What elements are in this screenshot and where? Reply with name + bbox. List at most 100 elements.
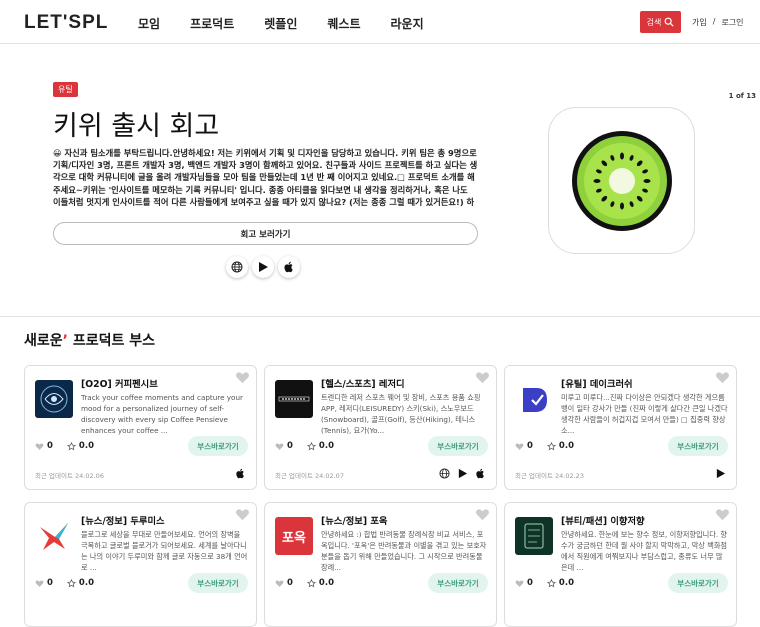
hero-banner: 1 of 13 유틸 키위 출시 회고 😀 자신과 팀소개를 부탁드립니다.안녕…	[0, 44, 760, 317]
rating-value: 0.0	[78, 578, 94, 588]
nav-item-letsplin[interactable]: 렛플인	[264, 15, 297, 32]
last-updated: 최근 업데이트 24.02.06	[35, 472, 104, 480]
hero-category-tag: 유틸	[53, 82, 78, 97]
like-heart-icon	[35, 579, 44, 587]
heart-icon[interactable]	[235, 370, 250, 385]
go-to-booth-button[interactable]: 부스바로가기	[188, 436, 248, 456]
product-stats: 0 0.0	[275, 441, 334, 451]
product-platforms	[713, 466, 728, 481]
play-store-icon	[259, 262, 268, 272]
like-count: 0	[47, 578, 53, 588]
app-store-link[interactable]	[233, 466, 248, 481]
go-to-booth-button[interactable]: 부스바로가기	[428, 573, 488, 593]
rating-value: 0.0	[558, 578, 574, 588]
like-heart-icon	[275, 442, 284, 450]
product-card[interactable]: [뉴스/정보] 두루미스 블로그로 세상을 무대로 만들어보세요. 언어의 장벽…	[24, 502, 257, 627]
play-store-button[interactable]	[252, 256, 274, 278]
app-store-button[interactable]	[278, 256, 300, 278]
heart-icon[interactable]	[475, 507, 490, 522]
product-card[interactable]: [O2O] 커피펜시브 Track your coffee moments an…	[24, 365, 257, 490]
nav-item-quests[interactable]: 퀘스트	[327, 15, 360, 32]
web-platform-button[interactable]	[226, 256, 248, 278]
go-to-booth-button[interactable]: 부스바로가기	[668, 573, 728, 593]
product-logo	[515, 517, 553, 555]
product-title: [헬스/스포츠] 레저디	[321, 379, 405, 390]
product-description: 트렌디한 레저 스포츠 웨어 및 장비, 스포츠 용품 쇼핑APP, 레저디(L…	[321, 393, 481, 435]
globe-icon	[231, 261, 243, 273]
product-card[interactable]: [유틸] 데이크러쉬 미루고 미루다...진짜 다이상은 안되겠다 생각한 게으…	[504, 365, 737, 490]
kiwi-icon	[571, 130, 672, 231]
play-store-icon	[458, 468, 468, 479]
login-link[interactable]: 로그인	[721, 17, 743, 28]
product-logo: 포옥	[275, 517, 313, 555]
play-store-icon	[716, 468, 726, 479]
last-updated: 최근 업데이트 24.02.07	[275, 472, 344, 480]
hero-pager: 1 of 13	[728, 92, 756, 100]
durumis-logo	[35, 517, 73, 555]
go-to-booth-button[interactable]: 부스바로가기	[428, 436, 488, 456]
product-card[interactable]: 포옥 [뉴스/정보] 포옥 안녕하세요 :) 합법 반려동물 장례식장 비교 서…	[264, 502, 497, 627]
heart-icon[interactable]	[715, 370, 730, 385]
product-stats: 0 0.0	[35, 441, 94, 451]
product-platforms	[233, 466, 248, 481]
product-platforms	[437, 466, 488, 481]
like-heart-icon	[275, 579, 284, 587]
product-description: 블로그로 세상을 무대로 만들어보세요. 언어의 장벽을 극복하고 글로벌 블로…	[81, 530, 248, 572]
hero-description: 😀 자신과 팀소개를 부탁드립니다.안녕하세요! 저는 키위에서 기획 및 디자…	[53, 148, 478, 207]
hero-platforms	[226, 256, 300, 278]
kiwi-app-icon	[548, 107, 695, 254]
main-nav: 모임 프로덕트 렛플인 퀘스트 라운지	[138, 15, 454, 32]
section-title-main: 새로운	[24, 333, 63, 349]
view-retrospective-button[interactable]: 회고 보러가기	[53, 222, 478, 245]
apple-icon	[476, 468, 484, 479]
like-count: 0	[287, 441, 293, 451]
heart-icon[interactable]	[715, 507, 730, 522]
star-icon	[306, 578, 316, 587]
go-to-booth-button[interactable]: 부스바로가기	[668, 436, 728, 456]
like-count: 0	[47, 441, 53, 451]
app-store-link[interactable]	[473, 466, 488, 481]
nav-item-products[interactable]: 프로덕트	[190, 15, 234, 32]
daycrush-logo	[515, 380, 553, 418]
heart-icon[interactable]	[235, 507, 250, 522]
product-stats: 0 0.0	[515, 578, 574, 588]
section-title: 새로운’ 프로덕트 부스	[24, 333, 155, 349]
product-card[interactable]: [헬스/스포츠] 레저디 트렌디한 레저 스포츠 웨어 및 장비, 스포츠 용품…	[264, 365, 497, 490]
search-label: 검색	[646, 17, 662, 27]
web-link[interactable]	[437, 466, 452, 481]
auth-separator: /	[712, 17, 716, 26]
go-to-booth-button[interactable]: 부스바로가기	[188, 573, 248, 593]
play-store-link[interactable]	[713, 466, 728, 481]
product-title: [뉴스/정보] 두루미스	[81, 516, 165, 527]
product-description: 미루고 미루다...진짜 다이상은 안되겠다 생각한 게으름뱅이 일타 강사가 …	[561, 393, 728, 435]
top-header: LET'SPL 모임 프로덕트 렛플인 퀘스트 라운지 검색 가입 / 로그인	[0, 0, 760, 44]
letspl-logo[interactable]: LET'SPL	[24, 12, 108, 34]
section-title-rest: 프로덕트 부스	[67, 333, 155, 349]
product-card[interactable]: [뷰티/패션] 이향저향 안녕하세요. 한눈에 보는 향수 정보, 이향저향입니…	[504, 502, 737, 627]
product-stats: 0 0.0	[35, 578, 94, 588]
product-title: [뉴스/정보] 포옥	[321, 516, 388, 527]
heart-icon[interactable]	[475, 370, 490, 385]
like-count: 0	[527, 578, 533, 588]
last-updated: 최근 업데이트 24.02.23	[515, 472, 584, 480]
nav-item-lounge[interactable]: 라운지	[391, 15, 424, 32]
product-grid: [O2O] 커피펜시브 Track your coffee moments an…	[24, 365, 737, 627]
search-icon	[664, 17, 674, 27]
product-logo	[35, 517, 73, 555]
product-logo	[515, 380, 553, 418]
star-icon	[66, 578, 76, 587]
play-store-link[interactable]	[455, 466, 470, 481]
signup-link[interactable]: 가입	[692, 17, 707, 28]
apple-icon	[236, 468, 244, 479]
product-logo	[35, 380, 73, 418]
search-button[interactable]: 검색	[640, 11, 681, 33]
product-stats: 0 0.0	[515, 441, 574, 451]
product-description: Track your coffee moments and capture yo…	[81, 393, 243, 435]
coffee-pensieve-logo	[35, 380, 73, 418]
star-icon	[66, 441, 76, 450]
apple-icon	[284, 261, 293, 273]
like-heart-icon	[35, 442, 44, 450]
product-description: 안녕하세요 :) 합법 반려동물 장례식장 비교 서비스, 포옥입니다. '포옥…	[321, 530, 487, 572]
like-heart-icon	[515, 442, 524, 450]
nav-item-meetups[interactable]: 모임	[138, 15, 160, 32]
